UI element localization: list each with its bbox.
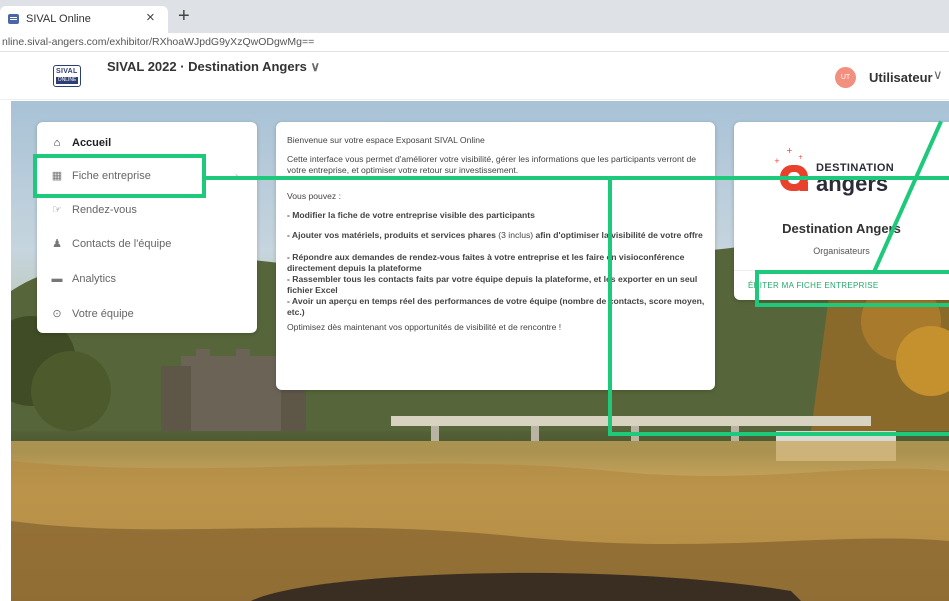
home-icon: ⌂ [53, 137, 61, 149]
sival-logo[interactable]: SIVAL ONLINE [53, 65, 81, 87]
menu-item-contacts[interactable]: ♟ Contacts de l'équipe [37, 228, 257, 262]
menu-item-rendez-vous[interactable]: ☞ Rendez-vous [37, 194, 257, 228]
svg-text:+: + [786, 147, 793, 155]
menu-item-votre-equipe[interactable]: ⊙ Votre équipe [37, 298, 257, 332]
menu-item-label: Contacts de l'équipe [72, 238, 172, 250]
new-tab-icon[interactable]: + [178, 5, 190, 28]
highlight-fiche-entreprise [33, 154, 206, 198]
welcome-description: Cette interface vous permet d'améliorer … [287, 154, 697, 175]
event-chevron-icon: ∨ [310, 59, 321, 74]
user-name[interactable]: Utilisateur [869, 70, 933, 85]
logo-bottom-text: ONLINE [56, 77, 78, 84]
url-text[interactable]: nline.sival-angers.com/exhibitor/RXhoaWJ… [2, 36, 314, 48]
svg-text:+: + [774, 157, 780, 165]
address-bar[interactable]: nline.sival-angers.com/exhibitor/RXhoaWJ… [0, 33, 949, 52]
menu-item-label: Analytics [72, 273, 117, 285]
logo-top-text: SIVAL [56, 68, 78, 75]
highlight-edit-button [755, 270, 949, 307]
browser-tab-bar: SIVAL Online × + [0, 0, 949, 33]
tab-title: SIVAL Online [26, 13, 91, 25]
close-tab-icon[interactable]: × [146, 9, 155, 26]
site-favicon-icon [8, 14, 19, 24]
event-title[interactable]: SIVAL 2022 · Destination Angers ∨ [107, 59, 320, 75]
team-settings-icon: ⊙ [52, 308, 62, 320]
chart-icon: ▬ [51, 273, 63, 285]
menu-item-label: Rendez-vous [72, 204, 137, 216]
avatar[interactable]: UT [835, 67, 856, 88]
welcome-intro: Bienvenue sur votre espace Exposant SIVA… [287, 135, 485, 145]
handshake-icon: ☞ [52, 204, 62, 216]
team-icon: ♟ [52, 238, 62, 250]
user-chevron-icon[interactable]: ∨ [933, 67, 943, 83]
app-header: SIVAL ONLINE SIVAL 2022 · Destination An… [0, 52, 949, 100]
highlight-connector-line [204, 176, 610, 180]
menu-item-label: Votre équipe [72, 308, 134, 320]
menu-item-analytics[interactable]: ▬ Analytics [37, 263, 257, 297]
svg-text:+: + [798, 154, 803, 161]
menu-item-label: Accueil [72, 137, 112, 149]
browser-tab[interactable]: SIVAL Online × [0, 6, 168, 33]
